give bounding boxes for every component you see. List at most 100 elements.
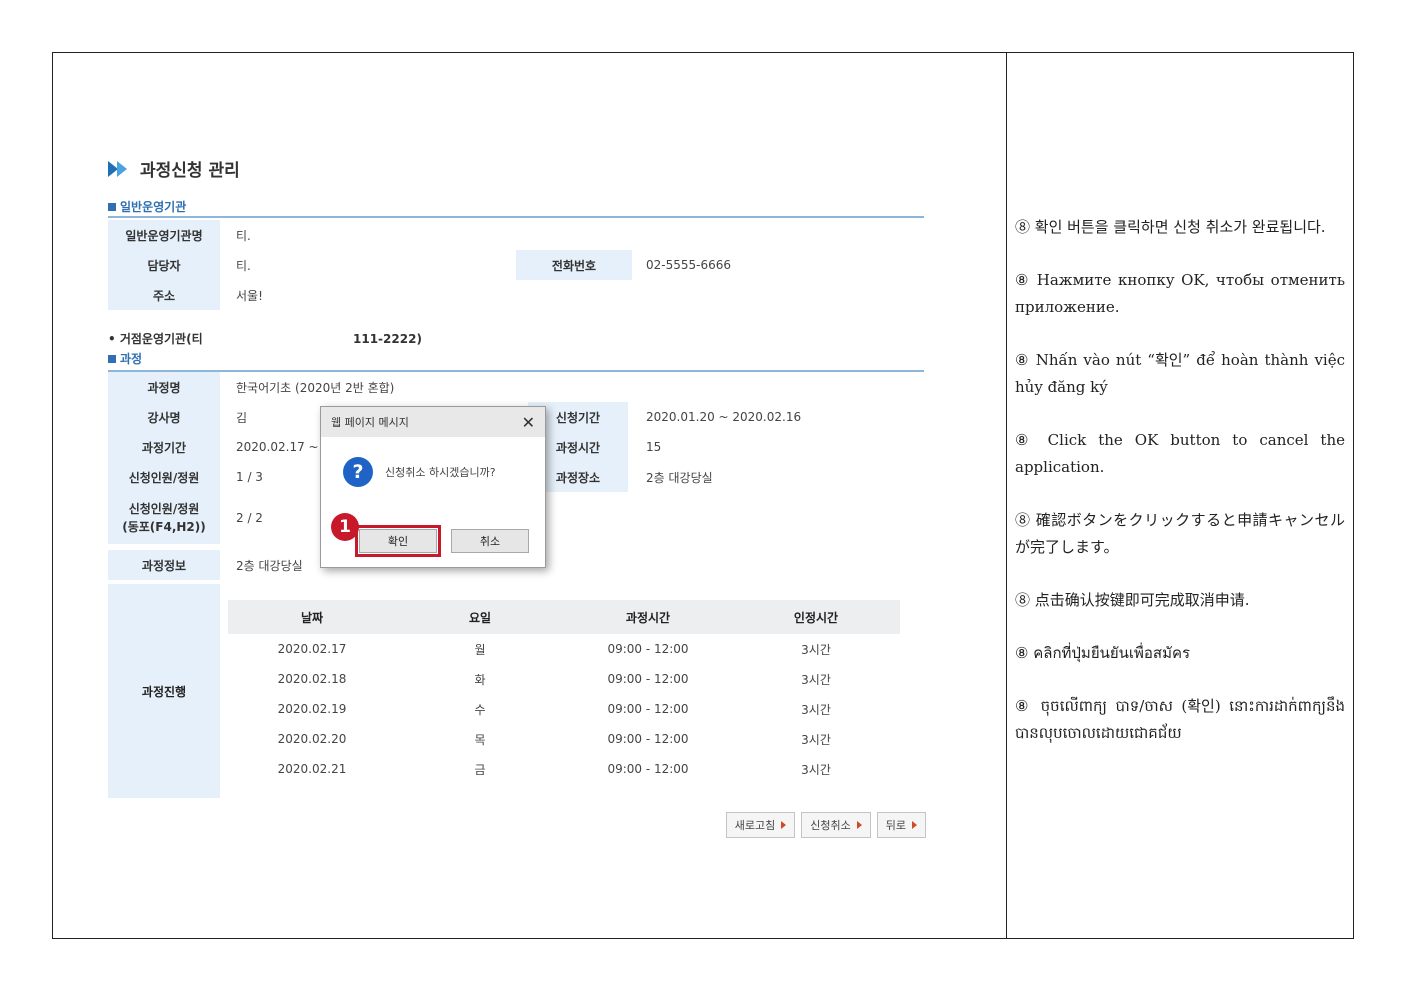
- close-icon[interactable]: ✕: [522, 413, 535, 432]
- cell-date: 2020.02.18: [277, 672, 347, 686]
- table-row: 2020.02.18 화 09:00 - 12:00 3시간: [228, 664, 900, 694]
- venue-value: 2층 대강당실: [646, 470, 713, 485]
- cell-time: 09:00 - 12:00: [607, 702, 689, 716]
- note-russian: ⑧ Нажмите кнопку OK, чтобы отменить прил…: [1015, 271, 1345, 316]
- course-name-value: 한국어기초 (2020년 2반 혼합): [236, 380, 395, 395]
- note-japanese: ⑧ 確認ボタンをクリックすると申請キャンセルが完了します。: [1015, 511, 1345, 556]
- note-vietnamese: ⑧ Nhấn vào nút “확인” để hoàn thành việc h…: [1015, 351, 1345, 396]
- org-row: 일반운영기관명 티.: [108, 220, 924, 250]
- base-org-line: • 거점운영기관(티 111-2222): [108, 332, 422, 346]
- note-chinese: ⑧ 点击确认按键即可完成取消申请.: [1015, 591, 1250, 609]
- course-info-value: 2층 대강당실: [236, 558, 303, 573]
- cell-day: 화: [474, 672, 486, 687]
- dialog-message: 신청취소 하시겠습니까?: [385, 466, 496, 479]
- cell-day: 금: [474, 762, 486, 777]
- course-row: 과정명 한국어기초 (2020년 2반 혼합): [108, 372, 924, 402]
- cell-credit: 3시간: [801, 672, 831, 687]
- cell-credit: 3시간: [801, 762, 831, 777]
- square-bullet-icon: [108, 202, 116, 211]
- enrolled-compatriot-value: 2 / 2: [236, 511, 263, 525]
- instructor-label: 강사명: [108, 402, 220, 432]
- cell-date: 2020.02.20: [277, 732, 347, 746]
- cell-date: 2020.02.21: [277, 762, 347, 776]
- dialog-buttons: 확인 취소: [355, 525, 529, 557]
- back-button[interactable]: 뒤로: [876, 812, 926, 838]
- header-day: 요일: [468, 610, 492, 625]
- page-title-text: 과정신청 관리: [140, 161, 240, 181]
- cell-day: 목: [474, 732, 486, 747]
- course-name-label: 과정명: [108, 372, 220, 402]
- ok-button[interactable]: 확인: [355, 525, 441, 557]
- org-value: 티.: [236, 228, 251, 243]
- table-row: 2020.02.20 목 09:00 - 12:00 3시간: [228, 724, 900, 754]
- table-row: 2020.02.17 월 09:00 - 12:00 3시간: [228, 634, 900, 664]
- note-english: ⑧ Click the OK button to cancel the appl…: [1015, 431, 1345, 476]
- header-credit: 인정시간: [793, 610, 839, 625]
- org-label: 일반운영기관명: [108, 220, 220, 250]
- enrolled-label: 신청인원/정원: [108, 462, 220, 492]
- org-row: 담당자 티. 전화번호 02-5555-6666: [108, 250, 924, 280]
- arrow-right-icon: [912, 821, 917, 829]
- column-divider: [1006, 52, 1007, 939]
- org-row: 주소 서울!: [108, 280, 924, 310]
- section-org-text: 일반운영기관: [120, 200, 187, 214]
- course-period-label: 과정기간: [108, 432, 220, 462]
- section-rule: [108, 216, 924, 218]
- cell-time: 09:00 - 12:00: [607, 672, 689, 686]
- refresh-button-label: 새로고침: [734, 819, 776, 832]
- instruction-notes: ⑧ 확인 버튼을 클릭하면 신청 취소가 완료됩니다. ⑧ Нажмите кн…: [1015, 214, 1345, 773]
- table-row: 2020.02.19 수 09:00 - 12:00 3시간: [228, 694, 900, 724]
- cancel-button[interactable]: 취소: [451, 529, 529, 553]
- header-time: 과정시간: [625, 610, 671, 625]
- back-button-label: 뒤로: [885, 819, 906, 832]
- step-number-badge: 1: [331, 513, 359, 541]
- arrow-right-icon: [781, 821, 787, 829]
- note-thai: ⑧ คลิกที่ปุ่มยืนยันเพื่อสมัคร: [1015, 644, 1191, 662]
- cancel-application-button-label: 신청취소: [810, 819, 851, 832]
- dialog-title: 웹 페이지 메시지: [331, 416, 409, 429]
- cell-day: 수: [474, 702, 486, 717]
- question-icon: ?: [343, 457, 373, 487]
- cell-credit: 3시간: [801, 732, 831, 747]
- refresh-button[interactable]: 새로고침: [725, 812, 796, 838]
- cell-time: 09:00 - 12:00: [607, 642, 689, 656]
- phone-label: 전화번호: [516, 250, 632, 280]
- square-bullet-icon: [108, 354, 116, 363]
- address-value: 서울!: [236, 288, 263, 303]
- cell-day: 월: [474, 642, 486, 657]
- page-title: 과정신청 관리: [108, 156, 240, 181]
- cell-date: 2020.02.17: [277, 642, 347, 656]
- cell-time: 09:00 - 12:00: [607, 762, 689, 776]
- progress-table: 날짜 요일 과정시간 인정시간 2020.02.17 월 09:00 - 12:…: [228, 600, 900, 784]
- table-header: 날짜 요일 과정시간 인정시간: [228, 600, 900, 634]
- table-row: 2020.02.21 금 09:00 - 12:00 3시간: [228, 754, 900, 784]
- cancel-application-button[interactable]: 신청취소: [801, 812, 871, 838]
- enrolled-compatriot-label: 신청인원/정원 (동포(F4,H2)): [108, 492, 220, 544]
- enrolled-value: 1 / 3: [236, 470, 263, 484]
- cell-credit: 3시간: [801, 642, 831, 657]
- phone-value: 02-5555-6666: [646, 258, 732, 272]
- progress-label: 과정진행: [108, 584, 220, 798]
- screenshot-panel: 과정신청 관리 일반운영기관 일반운영기관명 티. 담당자 티. 전화번호 02…: [100, 150, 930, 850]
- section-course-text: 과정: [120, 352, 143, 366]
- address-label: 주소: [108, 280, 220, 310]
- section-course-label: 과정: [108, 350, 142, 367]
- manager-value: 티.: [236, 258, 251, 273]
- action-button-bar: 새로고침 신청취소 뒤로: [725, 812, 926, 838]
- chevron-double-right-icon: [108, 160, 130, 178]
- section-org-label: 일반운영기관: [108, 198, 186, 215]
- course-info-label: 과정정보: [108, 550, 220, 580]
- note-khmer: ⑧ ចុចលើពាក្យ បាទ/ចាស (확인) នោះការដាក់ពាក្…: [1015, 697, 1345, 742]
- instructor-value: 김: [236, 410, 248, 425]
- cell-time: 09:00 - 12:00: [607, 732, 689, 746]
- note-korean: ⑧ 확인 버튼을 클릭하면 신청 취소가 완료됩니다.: [1015, 218, 1326, 236]
- course-time-value: 15: [646, 440, 662, 454]
- manager-label: 담당자: [108, 250, 220, 280]
- apply-period-value: 2020.01.20 ~ 2020.02.16: [646, 410, 802, 424]
- cell-credit: 3시간: [801, 702, 831, 717]
- arrow-right-icon: [856, 821, 862, 829]
- dialog-body: ? 신청취소 하시겠습니까?: [321, 437, 545, 487]
- cell-date: 2020.02.19: [277, 702, 347, 716]
- dialog-titlebar: 웹 페이지 메시지 ✕: [321, 407, 545, 437]
- header-date: 날짜: [300, 610, 324, 625]
